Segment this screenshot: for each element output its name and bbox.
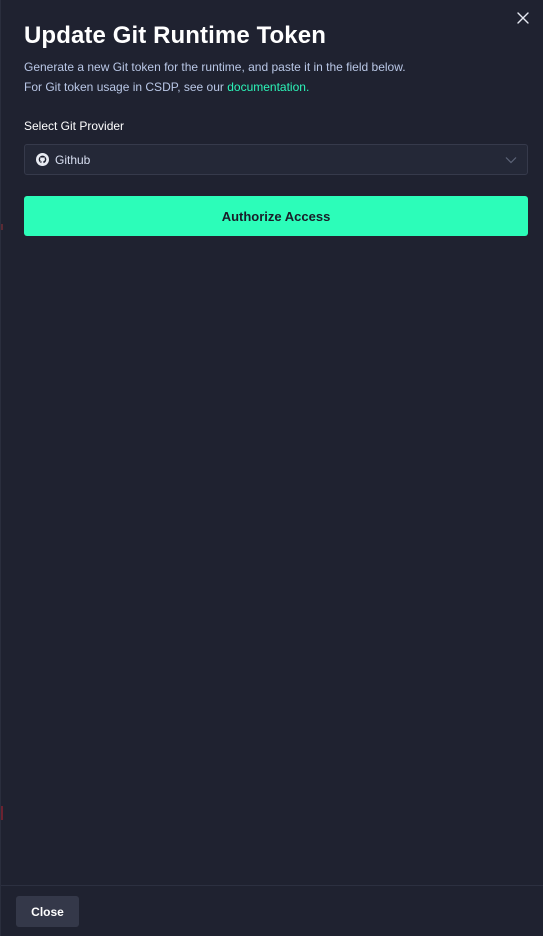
description-line-2: For Git token usage in CSDP, see our doc… — [24, 77, 528, 97]
documentation-link[interactable]: documentation. — [227, 80, 309, 94]
description-prefix: For Git token usage in CSDP, see our — [24, 80, 228, 94]
update-token-drawer: Update Git Runtime Token Generate a new … — [0, 0, 543, 936]
github-icon — [36, 153, 49, 166]
provider-label: Select Git Provider — [24, 119, 125, 133]
selected-provider: Github — [55, 152, 91, 167]
drawer-content: Update Git Runtime Token Generate a new … — [24, 0, 528, 236]
description-line-1: Generate a new Git token for the runtime… — [24, 60, 406, 74]
chevron-down-icon — [505, 151, 517, 169]
dialog-title: Update Git Runtime Token — [24, 22, 326, 49]
dialog-description: Generate a new Git token for the runtime… — [24, 57, 528, 97]
authorize-access-button[interactable]: Authorize Access — [24, 196, 528, 236]
edge-marker — [1, 806, 3, 820]
git-provider-select[interactable]: Github — [24, 144, 528, 175]
edge-marker — [1, 224, 3, 230]
drawer-footer: Close — [1, 885, 543, 936]
close-button[interactable]: Close — [16, 896, 79, 927]
